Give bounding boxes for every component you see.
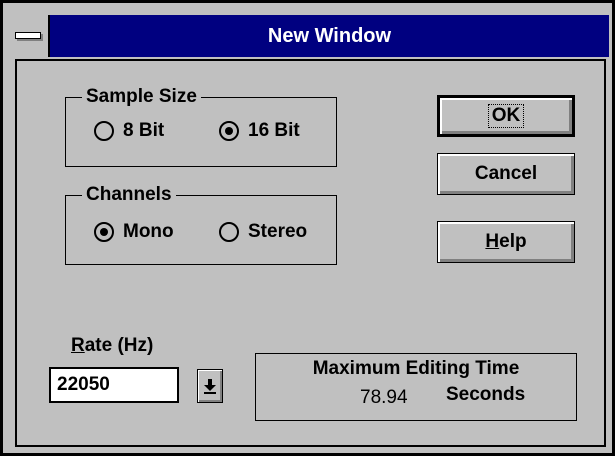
- down-arrow-icon: [204, 379, 216, 394]
- cancel-button-label: Cancel: [474, 163, 538, 184]
- rate-input[interactable]: [49, 367, 179, 403]
- help-button-label: Help: [485, 231, 527, 252]
- help-button[interactable]: Help: [437, 221, 575, 263]
- channels-label: Channels: [82, 182, 176, 208]
- sample-size-label: Sample Size: [82, 84, 201, 110]
- system-menu-icon[interactable]: [6, 15, 50, 57]
- radio-16-bit[interactable]: 16 Bit: [219, 120, 300, 142]
- radio-unchecked-icon: [94, 121, 114, 141]
- radio-16-bit-label: 16 Bit: [248, 120, 300, 141]
- rate-label: Rate (Hz): [71, 335, 154, 356]
- title-bar[interactable]: New Window: [6, 15, 609, 57]
- cancel-button[interactable]: Cancel: [437, 153, 575, 195]
- radio-8-bit[interactable]: 8 Bit: [94, 120, 164, 142]
- radio-unchecked-icon: [219, 222, 239, 242]
- window-frame: New Window Sample Size 8 Bit 16 Bit Chan…: [3, 3, 612, 453]
- radio-stereo[interactable]: Stereo: [219, 221, 307, 243]
- editing-time-unit: Seconds: [446, 384, 526, 405]
- window-title: New Window: [267, 25, 392, 47]
- radio-mono-label: Mono: [123, 221, 174, 242]
- radio-checked-icon: [94, 222, 114, 242]
- radio-8-bit-label: 8 Bit: [123, 120, 165, 141]
- editing-time-box: Maximum Editing Time 78.94 Seconds: [255, 353, 577, 421]
- sample-size-group: Sample Size 8 Bit 16 Bit: [65, 84, 337, 167]
- dialog-window: New Window Sample Size 8 Bit 16 Bit Chan…: [0, 0, 615, 456]
- editing-time-value: 78.94: [360, 387, 408, 408]
- ok-button[interactable]: OK: [437, 95, 575, 137]
- ok-button-label: OK: [487, 104, 525, 128]
- radio-mono[interactable]: Mono: [94, 221, 174, 243]
- radio-checked-icon: [219, 121, 239, 141]
- dialog-client-area: Sample Size 8 Bit 16 Bit Channels Mono S…: [15, 59, 606, 447]
- channels-group: Channels Mono Stereo: [65, 182, 337, 265]
- editing-time-label: Maximum Editing Time: [312, 358, 520, 379]
- radio-stereo-label: Stereo: [248, 221, 308, 242]
- rate-dropdown-button[interactable]: [197, 369, 223, 403]
